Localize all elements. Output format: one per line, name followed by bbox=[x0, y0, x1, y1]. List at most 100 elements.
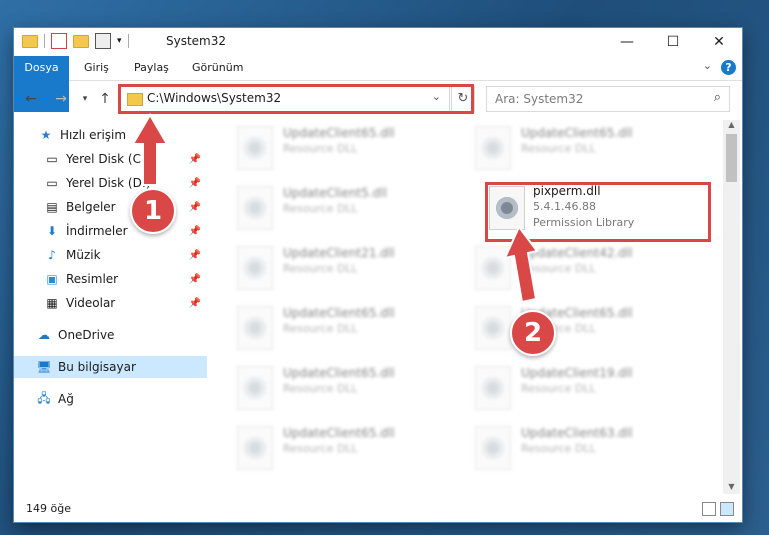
documents-icon: ▤ bbox=[46, 200, 58, 214]
nav-item-drive-c[interactable]: ▭ Yerel Disk (C:) 📌 bbox=[44, 148, 207, 170]
pin-icon[interactable]: 📌 bbox=[189, 178, 201, 189]
navigation-row: ← → ▾ ↑ C:\Windows\System32 ⌄ ↻ Ara: Sys… bbox=[14, 84, 742, 116]
file-desc: Resource DLL bbox=[283, 322, 358, 335]
file-item[interactable]: UpdateClient65.dll Resource DLL bbox=[237, 122, 457, 178]
nav-this-pc[interactable]: 🖥 Bu bilgisayar bbox=[14, 356, 207, 378]
folder-icon[interactable] bbox=[22, 34, 38, 48]
file-item[interactable]: UpdateClient65.dll Resource DLL bbox=[475, 302, 695, 358]
file-desc: Resource DLL bbox=[521, 142, 596, 155]
file-item[interactable]: UpdateClient65.dll Resource DLL bbox=[475, 122, 695, 178]
file-name: UpdateClient5.dll bbox=[283, 186, 387, 200]
window-title: System32 bbox=[166, 34, 227, 48]
nav-label: Müzik bbox=[66, 248, 101, 262]
dll-file-icon bbox=[237, 426, 273, 470]
scroll-thumb[interactable] bbox=[726, 134, 737, 182]
nav-item-downloads[interactable]: ⬇ İndirmeler 📌 bbox=[44, 220, 207, 242]
tab-home[interactable]: Giriş bbox=[74, 56, 119, 80]
file-item[interactable]: UpdateClient65.dll Resource DLL bbox=[237, 302, 457, 358]
separator bbox=[44, 34, 45, 48]
pin-icon[interactable]: 📌 bbox=[189, 274, 201, 285]
separator bbox=[127, 34, 129, 48]
ribbon-tabs: Dosya Giriş Paylaş Görünüm ⌄ ? bbox=[14, 56, 742, 112]
file-item[interactable]: UpdateClient19.dll Resource DLL bbox=[475, 362, 695, 418]
file-name: UpdateClient65.dll bbox=[283, 306, 395, 320]
nav-item-documents[interactable]: ▤ Belgeler 📌 bbox=[44, 196, 207, 218]
chevron-down-icon[interactable]: ▾ bbox=[117, 36, 122, 46]
nav-label: Belgeler bbox=[66, 200, 116, 214]
file-name: UpdateClient63.dll bbox=[521, 426, 633, 440]
cloud-icon: ☁ bbox=[38, 328, 50, 342]
file-item[interactable]: UpdateClient42.dll Resource DLL bbox=[475, 242, 695, 298]
dll-file-icon bbox=[475, 306, 511, 350]
customize-icon[interactable] bbox=[95, 33, 111, 49]
help-icon[interactable]: ? bbox=[721, 60, 736, 75]
view-toggles bbox=[702, 502, 734, 516]
address-highlight-box bbox=[118, 84, 474, 114]
nav-onedrive[interactable]: ☁ OneDrive bbox=[36, 324, 207, 346]
search-box[interactable]: Ara: System32 ⌕ bbox=[486, 86, 730, 112]
nav-item-music[interactable]: ♪ Müzik 📌 bbox=[44, 244, 207, 266]
network-icon: 🖧 bbox=[37, 390, 51, 405]
drive-icon: ▭ bbox=[46, 152, 58, 166]
nav-label: Hızlı erişim bbox=[60, 128, 127, 142]
maximize-button[interactable]: ☐ bbox=[650, 28, 696, 55]
file-desc: Resource DLL bbox=[283, 142, 358, 155]
nav-label: Bu bilgisayar bbox=[58, 360, 136, 374]
file-item[interactable]: UpdateClient63.dll Resource DLL bbox=[475, 422, 695, 478]
dll-file-icon bbox=[237, 246, 273, 290]
scroll-down-icon[interactable]: ▼ bbox=[723, 482, 740, 494]
nav-item-drive-d[interactable]: ▭ Yerel Disk (D:) 📌 bbox=[44, 172, 207, 194]
tab-view[interactable]: Görünüm bbox=[182, 56, 253, 80]
file-desc: Resource DLL bbox=[283, 202, 358, 215]
file-name: UpdateClient42.dll bbox=[521, 246, 633, 260]
recent-locations-button[interactable]: ▾ bbox=[76, 90, 94, 108]
pin-icon[interactable]: 📌 bbox=[189, 298, 201, 309]
file-desc: Resource DLL bbox=[521, 442, 596, 455]
file-name: UpdateClient21.dll bbox=[283, 246, 395, 260]
nav-label: Ağ bbox=[58, 392, 74, 406]
dll-file-icon bbox=[475, 426, 511, 470]
vertical-scrollbar[interactable]: ▲ ▼ bbox=[723, 120, 740, 494]
file-desc: Resource DLL bbox=[521, 382, 596, 395]
tab-share[interactable]: Paylaş bbox=[124, 56, 179, 80]
large-icons-view-icon[interactable] bbox=[720, 502, 734, 516]
file-item[interactable]: UpdateClient65.dll Resource DLL bbox=[237, 362, 457, 418]
dll-file-icon bbox=[237, 126, 273, 170]
pin-icon[interactable]: 📌 bbox=[189, 154, 201, 165]
pin-icon[interactable]: 📌 bbox=[189, 226, 201, 237]
file-name: UpdateClient65.dll bbox=[283, 366, 395, 380]
pin-icon[interactable]: 📌 bbox=[189, 202, 201, 213]
back-button[interactable]: ← bbox=[22, 90, 40, 108]
up-button[interactable]: ↑ bbox=[96, 90, 114, 108]
nav-item-videos[interactable]: ▦ Videolar 📌 bbox=[44, 292, 207, 314]
nav-item-pictures[interactable]: ▣ Resimler 📌 bbox=[44, 268, 207, 290]
nav-network[interactable]: 🖧 Ağ bbox=[36, 388, 207, 410]
drive-icon: ▭ bbox=[46, 176, 58, 190]
search-icon: ⌕ bbox=[713, 90, 721, 105]
nav-quick-access[interactable]: ★ Hızlı erişim bbox=[38, 124, 231, 146]
scroll-up-icon[interactable]: ▲ bbox=[723, 120, 740, 132]
explorer-window: ▾ System32 — ☐ ✕ Dosya Giriş Paylaş Görü… bbox=[14, 28, 742, 522]
file-item[interactable]: UpdateClient21.dll Resource DLL bbox=[237, 242, 457, 298]
new-folder-icon[interactable] bbox=[73, 34, 89, 48]
close-button[interactable]: ✕ bbox=[696, 28, 742, 55]
file-item[interactable]: UpdateClient65.dll Resource DLL bbox=[237, 422, 457, 478]
file-highlight-box bbox=[485, 182, 711, 242]
minimize-button[interactable]: — bbox=[604, 28, 650, 55]
callout-badge-2: 2 bbox=[510, 310, 556, 356]
properties-icon[interactable] bbox=[51, 33, 67, 49]
forward-button[interactable]: → bbox=[52, 90, 70, 108]
nav-label: Yerel Disk (C:) bbox=[66, 152, 150, 166]
computer-icon: 🖥 bbox=[36, 360, 52, 374]
download-icon: ⬇ bbox=[46, 224, 58, 238]
file-name: UpdateClient65.dll bbox=[283, 426, 395, 440]
dll-file-icon bbox=[237, 306, 273, 350]
details-view-icon[interactable] bbox=[702, 502, 716, 516]
dll-file-icon bbox=[237, 366, 273, 410]
music-icon: ♪ bbox=[48, 248, 56, 262]
ribbon-expand-icon[interactable]: ⌄ bbox=[703, 59, 712, 72]
pin-icon[interactable]: 📌 bbox=[189, 250, 201, 261]
callout-badge-1: 1 bbox=[130, 188, 176, 234]
file-name: UpdateClient65.dll bbox=[521, 126, 633, 140]
file-item[interactable]: UpdateClient5.dll Resource DLL bbox=[237, 182, 457, 238]
